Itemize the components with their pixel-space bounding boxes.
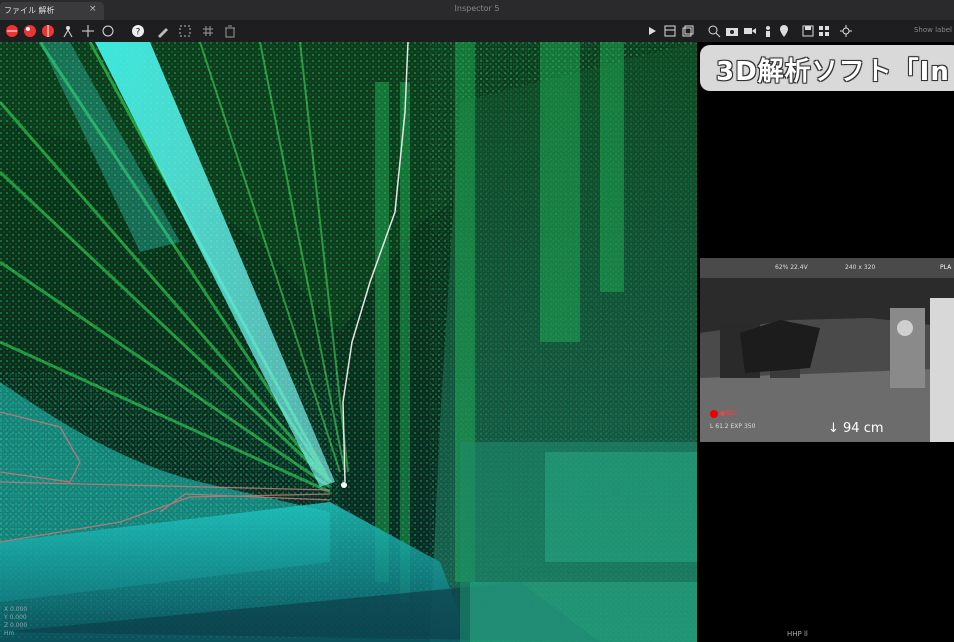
camera-status-bar: 62% 22.4V 240 x 320 PLA xyxy=(700,258,954,276)
point-cloud-render xyxy=(0,42,697,642)
battery-text: 62% 22.4V xyxy=(775,264,808,271)
window-title: Inspector 5 xyxy=(454,4,500,13)
red-sphere-icon[interactable] xyxy=(4,23,20,39)
person-icon[interactable] xyxy=(60,23,76,39)
pin-icon[interactable] xyxy=(776,23,792,39)
footer-text: HHP ll xyxy=(787,630,808,638)
record-icon xyxy=(710,410,718,418)
grid-icon[interactable] xyxy=(200,23,216,39)
coord-z: Z 0.000 xyxy=(4,622,28,629)
point-cloud-viewport[interactable]: X 0.000 Y 0.000 Z 0.000 Hm xyxy=(0,42,697,642)
settings-icon[interactable] xyxy=(838,23,854,39)
trash-icon[interactable] xyxy=(222,23,238,39)
camera-icon[interactable] xyxy=(724,23,740,39)
select-icon[interactable] xyxy=(177,23,193,39)
grid-icon[interactable] xyxy=(816,23,832,39)
rotate-icon[interactable] xyxy=(100,23,116,39)
distance-readout: ↓ 94 cm xyxy=(828,421,884,436)
caption-banner: 3D解析ソフト「In xyxy=(700,45,954,91)
search-icon[interactable] xyxy=(706,23,722,39)
coordinate-readout: X 0.000 Y 0.000 Z 0.000 Hm xyxy=(4,606,27,638)
coord-x: X 0.000 xyxy=(4,606,28,613)
red-sphere-icon[interactable] xyxy=(40,23,56,39)
banner-text: 3D解析ソフト「In xyxy=(716,57,950,87)
toolbar: ? Show label xyxy=(0,20,954,43)
camera-feed: 62% 22.4V 240 x 320 PLA ●REC L 61.2 EXP … xyxy=(700,258,954,442)
move-icon[interactable] xyxy=(80,23,96,39)
title-bar: ファイル 解析 × Inspector 5 xyxy=(0,0,954,21)
layers-icon[interactable] xyxy=(662,23,678,39)
red-sphere-icon[interactable] xyxy=(22,23,38,39)
play-icon[interactable] xyxy=(644,23,660,39)
help-icon[interactable]: ? xyxy=(130,23,146,39)
resolution-text: 240 x 320 xyxy=(845,264,876,271)
svg-text:?: ? xyxy=(136,28,141,38)
rec-label: ●REC xyxy=(720,410,738,417)
person-icon[interactable] xyxy=(760,23,776,39)
video-icon[interactable] xyxy=(742,23,758,39)
camera-info-text: L 61.2 EXP 350 xyxy=(710,423,756,430)
coord-y: Y 0.000 xyxy=(4,614,27,621)
status-badge: PLA xyxy=(940,264,952,271)
pen-icon[interactable] xyxy=(155,23,171,39)
right-panel: 3D解析ソフト「In 62% 22.4V 240 x 320 PLA ●REC … xyxy=(697,42,954,642)
camera-image xyxy=(700,258,954,442)
save-icon[interactable] xyxy=(800,23,816,39)
show-label-button[interactable]: Show label xyxy=(914,26,952,34)
copy-icon[interactable] xyxy=(680,23,696,39)
coord-unit: Hm xyxy=(4,630,15,637)
